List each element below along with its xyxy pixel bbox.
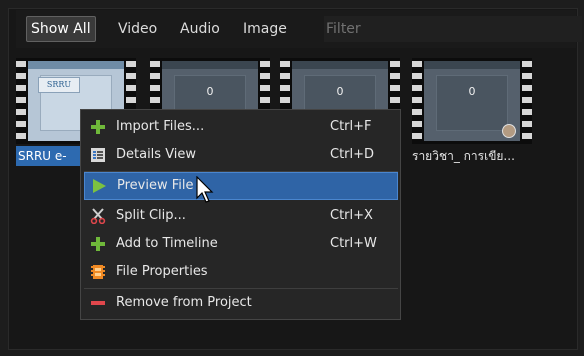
mouse-pointer-icon [196, 176, 214, 203]
menu-item-details-view[interactable]: Details View Ctrl+D [84, 141, 398, 169]
filter-input[interactable] [324, 16, 582, 42]
play-icon [93, 179, 106, 193]
thumbnail-frame: 0 [424, 61, 520, 141]
menu-item-remove-from-project[interactable]: Remove from Project [84, 289, 398, 317]
file-label-selected[interactable]: SRRU e- [16, 146, 82, 166]
menu-item-file-properties[interactable]: File Properties [84, 258, 398, 286]
menu-item-import-files[interactable]: Import Files... Ctrl+F [84, 113, 398, 141]
image-filter-button[interactable]: Image [239, 16, 291, 42]
filter-bar: Show All Video Audio Image [16, 10, 582, 48]
thumbnail-logo: SRRU [38, 77, 80, 93]
thumbnail-counter: 0 [468, 85, 476, 98]
film-strip-icon [91, 265, 105, 279]
thumbnail-counter: 0 [206, 85, 214, 98]
menu-item-preview-file[interactable]: Preview File [84, 172, 398, 200]
show-all-button[interactable]: Show All [26, 16, 96, 42]
minus-icon [91, 301, 105, 305]
presenter-avatar [502, 124, 516, 138]
menu-item-split-clip[interactable]: Split Clip... Ctrl+X [84, 202, 398, 230]
menu-item-add-to-timeline[interactable]: Add to Timeline Ctrl+W [84, 230, 398, 258]
file-thumbnail[interactable]: 0 [412, 58, 532, 144]
audio-filter-button[interactable]: Audio [176, 16, 224, 42]
scissors-icon [90, 208, 106, 224]
thumbnail-counter: 0 [336, 85, 344, 98]
plus-icon [91, 120, 105, 134]
file-label[interactable]: รายวิชา_ การเขีย... [412, 146, 536, 166]
film-sprocket [16, 58, 26, 144]
video-filter-button[interactable]: Video [114, 16, 161, 42]
context-menu: Import Files... Ctrl+F Details View Ctrl… [80, 109, 401, 320]
details-view-icon [91, 148, 105, 162]
plus-icon [91, 237, 105, 251]
